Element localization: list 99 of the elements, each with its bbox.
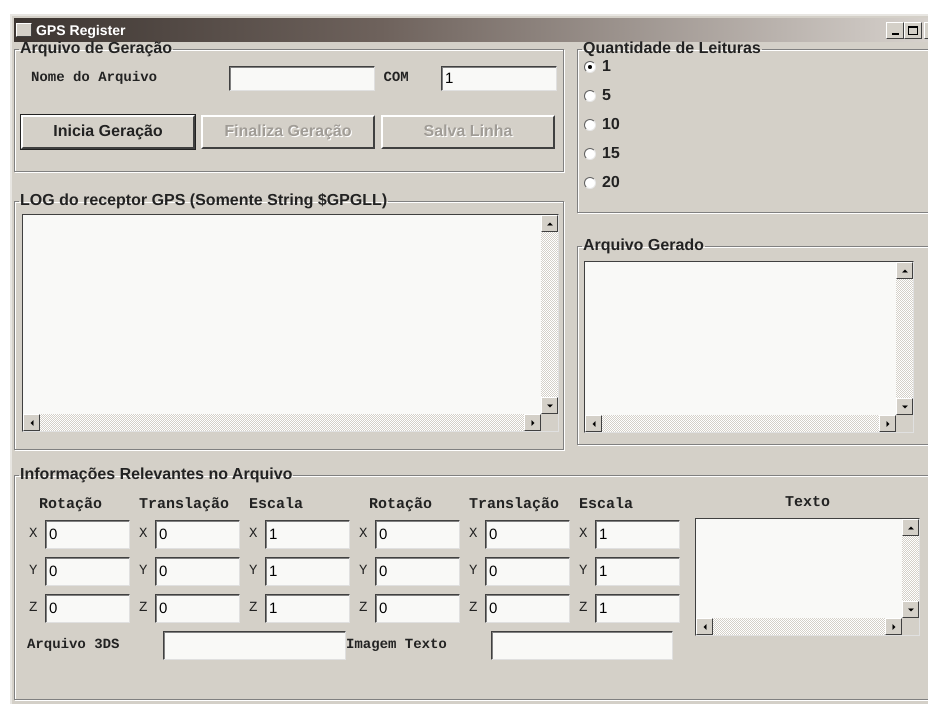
- value-field[interactable]: 1: [595, 557, 680, 586]
- scroll-right-button[interactable]: [885, 618, 902, 635]
- window-title: GPS Register: [36, 20, 126, 40]
- value-field[interactable]: 1: [265, 520, 350, 549]
- axis-label: X: [579, 525, 588, 544]
- right-arrow-icon: [530, 418, 536, 426]
- scroll-right-button[interactable]: [524, 414, 541, 431]
- scroll-down-button[interactable]: [896, 398, 913, 415]
- down-arrow-icon: [900, 404, 908, 410]
- axis-label: Y: [469, 562, 478, 581]
- scroll-right-button[interactable]: [879, 415, 896, 432]
- scrollbar-corner: [896, 415, 913, 432]
- axis-label: X: [359, 525, 368, 544]
- left-arrow-icon: [590, 420, 596, 428]
- axis-label: Z: [249, 599, 258, 618]
- scrollbar-corner: [541, 414, 558, 431]
- value-field[interactable]: 0: [375, 557, 460, 586]
- axis-label: Y: [249, 562, 258, 581]
- value-field[interactable]: 0: [155, 520, 240, 549]
- column-header: Escala: [249, 495, 304, 512]
- radio-option[interactable]: 20: [584, 173, 620, 193]
- scroll-up-button[interactable]: [902, 519, 919, 536]
- text-label: Texto: [784, 493, 831, 513]
- value-field[interactable]: 0: [375, 520, 460, 549]
- right-arrow-icon: [890, 622, 896, 630]
- axis-label: Z: [469, 599, 478, 618]
- scroll-left-button[interactable]: [696, 618, 713, 635]
- group-title: Arquivo de Geração: [19, 40, 174, 58]
- image-text-label: Imagem Texto: [346, 636, 448, 655]
- value-field[interactable]: 0: [485, 557, 570, 586]
- value-field[interactable]: 1: [265, 594, 350, 623]
- value-field[interactable]: 0: [155, 557, 240, 586]
- file-name-label: Nome do Arquivo: [31, 69, 158, 88]
- axis-label: X: [29, 525, 38, 544]
- value-field[interactable]: 0: [45, 594, 130, 623]
- scrollbar-corner: [902, 618, 919, 635]
- com-field[interactable]: 1: [441, 66, 557, 91]
- axis-label: Z: [139, 599, 148, 618]
- scroll-down-button[interactable]: [541, 397, 558, 414]
- value-field[interactable]: 0: [155, 594, 240, 623]
- action-button[interactable]: Inicia Geração: [21, 115, 195, 149]
- scroll-left-button[interactable]: [585, 415, 602, 432]
- scroll-up-button[interactable]: [541, 215, 558, 232]
- minimize-button[interactable]: [886, 22, 904, 38]
- axis-label: Y: [29, 562, 38, 581]
- axis-label: Y: [579, 562, 588, 581]
- right-arrow-icon: [884, 420, 890, 428]
- group-title: Quantidade de Leituras: [582, 40, 762, 58]
- scroll-up-button[interactable]: [896, 262, 913, 279]
- left-arrow-icon: [28, 418, 34, 426]
- axis-label: Y: [359, 562, 368, 581]
- file-3ds-field[interactable]: [163, 631, 346, 660]
- com-label: COM: [383, 69, 410, 88]
- image-text-field[interactable]: [491, 631, 673, 660]
- value-field[interactable]: 0: [45, 520, 130, 549]
- axis-label: Z: [579, 599, 588, 618]
- down-arrow-icon: [906, 606, 914, 612]
- horizontal-scrollbar[interactable]: [585, 415, 896, 432]
- axis-label: X: [139, 525, 148, 544]
- left-arrow-icon: [702, 622, 708, 630]
- value-field[interactable]: 0: [485, 520, 570, 549]
- scroll-left-button[interactable]: [23, 414, 40, 431]
- axis-label: X: [249, 525, 258, 544]
- value-field[interactable]: 0: [375, 594, 460, 623]
- up-arrow-icon: [900, 268, 908, 274]
- group-title: Arquivo Gerado: [582, 237, 705, 255]
- group-title: Informações Relevantes no Arquivo: [19, 466, 294, 484]
- down-arrow-icon: [546, 402, 554, 408]
- file-name-field[interactable]: [229, 66, 376, 91]
- vertical-scrollbar[interactable]: [541, 215, 558, 414]
- value-field[interactable]: 1: [595, 520, 680, 549]
- radio-option[interactable]: 5: [584, 86, 611, 106]
- column-header: Escala: [579, 495, 634, 512]
- axis-label: X: [469, 525, 478, 544]
- window-icon: [16, 23, 32, 37]
- vertical-scrollbar[interactable]: [896, 262, 913, 415]
- vertical-scrollbar[interactable]: [902, 519, 919, 618]
- value-field[interactable]: 0: [45, 557, 130, 586]
- up-arrow-icon: [906, 524, 914, 530]
- value-field[interactable]: 1: [265, 557, 350, 586]
- axis-label: Y: [139, 562, 148, 581]
- radio-option[interactable]: 10: [584, 115, 620, 135]
- horizontal-scrollbar[interactable]: [696, 618, 902, 635]
- column-header: Translação: [139, 495, 230, 512]
- horizontal-scrollbar[interactable]: [23, 414, 541, 431]
- up-arrow-icon: [546, 220, 554, 226]
- group-title: LOG do receptor GPS (Somente String $GPGLL): [19, 192, 388, 210]
- scroll-down-button[interactable]: [902, 601, 919, 618]
- axis-label: Z: [29, 599, 38, 618]
- radio-option[interactable]: 15: [584, 144, 620, 164]
- value-field[interactable]: 0: [485, 594, 570, 623]
- column-header: Rotação: [368, 495, 434, 512]
- file-3ds-label: Arquivo 3DS: [27, 636, 120, 655]
- axis-label: Z: [359, 599, 368, 618]
- radio-option[interactable]: 1: [584, 57, 611, 77]
- maximize-button[interactable]: [904, 22, 922, 38]
- column-header: Translação: [469, 495, 560, 512]
- column-header: Rotação: [38, 495, 104, 512]
- value-field[interactable]: 1: [595, 594, 680, 623]
